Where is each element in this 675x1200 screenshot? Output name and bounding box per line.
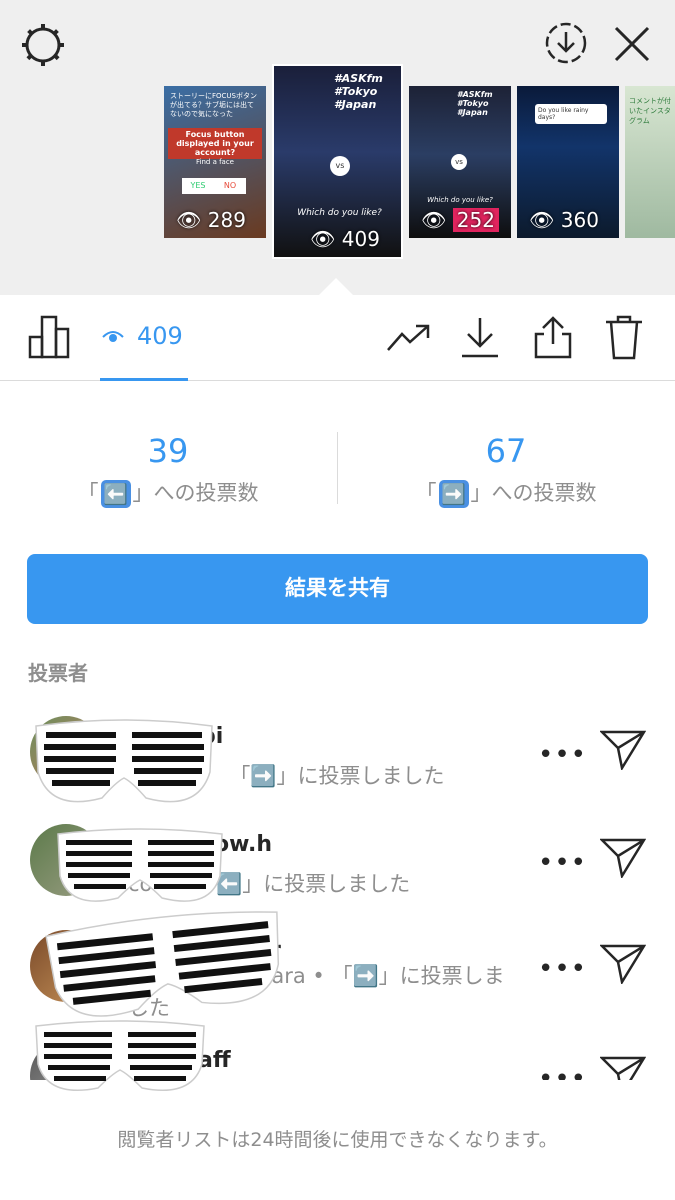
divider: [337, 432, 338, 504]
thumbnail-caption: Do you like rainy days?: [535, 104, 607, 124]
voter-vote-text: 「➡️」に投票しました: [229, 764, 445, 788]
poll-yes: YES: [182, 178, 214, 194]
thumbnail-top-text: ストーリーにFOCUSボタンが出てる？サブ垢には出てないので気になった: [170, 92, 257, 118]
thumbnail-caption: Which do you like?: [297, 208, 382, 218]
bar-chart-icon[interactable]: [28, 313, 72, 363]
redaction-glasses-sticker: [35, 719, 213, 803]
download-icon[interactable]: [460, 316, 500, 364]
story-thumbnail-selected[interactable]: #ASKfm #Tokyo #Japan vs Which do you lik…: [272, 64, 403, 259]
more-options-button[interactable]: •••: [538, 954, 587, 984]
send-message-icon[interactable]: [598, 728, 647, 774]
poll-no: NO: [214, 178, 246, 194]
download-circle-icon[interactable]: [543, 20, 589, 70]
send-message-icon[interactable]: [598, 836, 647, 882]
thumbnail-views: 👁 409: [310, 227, 380, 251]
more-options-button[interactable]: •••: [538, 1064, 587, 1080]
thumbnail-tags: #ASKfm #Tokyo #Japan: [334, 72, 383, 111]
send-message-icon[interactable]: [598, 942, 647, 988]
view-count-label: 360: [560, 208, 599, 232]
left-arrow-emoji: ⬅️: [100, 480, 131, 508]
view-count-label: 289: [207, 208, 246, 232]
right-arrow-emoji: ➡️: [438, 480, 469, 508]
views-tab-indicator: [100, 378, 188, 381]
left-vote-count: 39: [147, 432, 189, 470]
vs-label: vs: [451, 154, 467, 170]
redaction-glasses-sticker: [45, 911, 280, 1017]
thumbnail-caption: コメントが付いたインスタグラム: [629, 97, 671, 125]
thumbnail-views: 👁 252: [421, 208, 499, 232]
viewer-list-notice: 閲覧者リストは24時間後に使用できなくなります。: [117, 1129, 558, 1151]
thumbnail-caption: Focus button displayed in your account?: [168, 128, 262, 159]
left-label-pre: 「: [77, 481, 99, 505]
story-thumbnail[interactable]: ストーリーにFOCUSボタンが出てる？サブ垢には出てないので気になった Focu…: [164, 86, 266, 238]
left-label-post: 」への投票数: [132, 481, 259, 505]
view-count-label: 409: [341, 227, 380, 251]
thumbnail-caption: Which do you like?: [427, 196, 493, 204]
insights-icon[interactable]: [386, 322, 432, 358]
story-thumbnail[interactable]: Do you like rainy days? 👁 360: [517, 86, 619, 238]
thumbnail-sub: Find a face: [196, 158, 234, 166]
more-options-button[interactable]: •••: [538, 740, 587, 770]
redaction-glasses-sticker: [35, 1020, 205, 1092]
redaction-glasses-sticker: [57, 828, 223, 902]
story-thumbnail[interactable]: コメントが付いたインスタグラム: [625, 86, 675, 238]
thumbnail-tags: #ASKfm #Tokyo #Japan: [457, 90, 493, 117]
trash-icon[interactable]: [604, 314, 644, 364]
more-options-button[interactable]: •••: [538, 848, 587, 878]
right-label-post: 」への投票数: [470, 481, 597, 505]
right-vote-label: 「➡️ 」への投票数: [356, 477, 656, 508]
story-thumbnail[interactable]: #ASKfm #Tokyo #Japan vs Which do you lik…: [409, 86, 511, 238]
right-label-pre: 「: [415, 481, 437, 505]
view-count-label: 252: [452, 208, 499, 232]
view-count[interactable]: 409: [137, 322, 183, 350]
selected-pointer: [318, 278, 354, 296]
share-icon[interactable]: [532, 314, 574, 364]
right-vote-count: 67: [485, 432, 527, 470]
gear-icon[interactable]: [20, 22, 66, 72]
share-results-button[interactable]: 結果を共有: [27, 554, 648, 624]
vs-label: vs: [330, 156, 350, 176]
left-vote-label: 「⬅️ 」への投票数: [18, 477, 318, 508]
eye-icon: [102, 328, 124, 350]
voters-title: 投票者: [28, 661, 88, 685]
thumbnail-views: 👁 360: [529, 208, 599, 232]
send-message-icon[interactable]: [598, 1054, 647, 1080]
close-icon[interactable]: [612, 24, 652, 68]
thumbnail-views: 👁 289: [176, 208, 246, 232]
